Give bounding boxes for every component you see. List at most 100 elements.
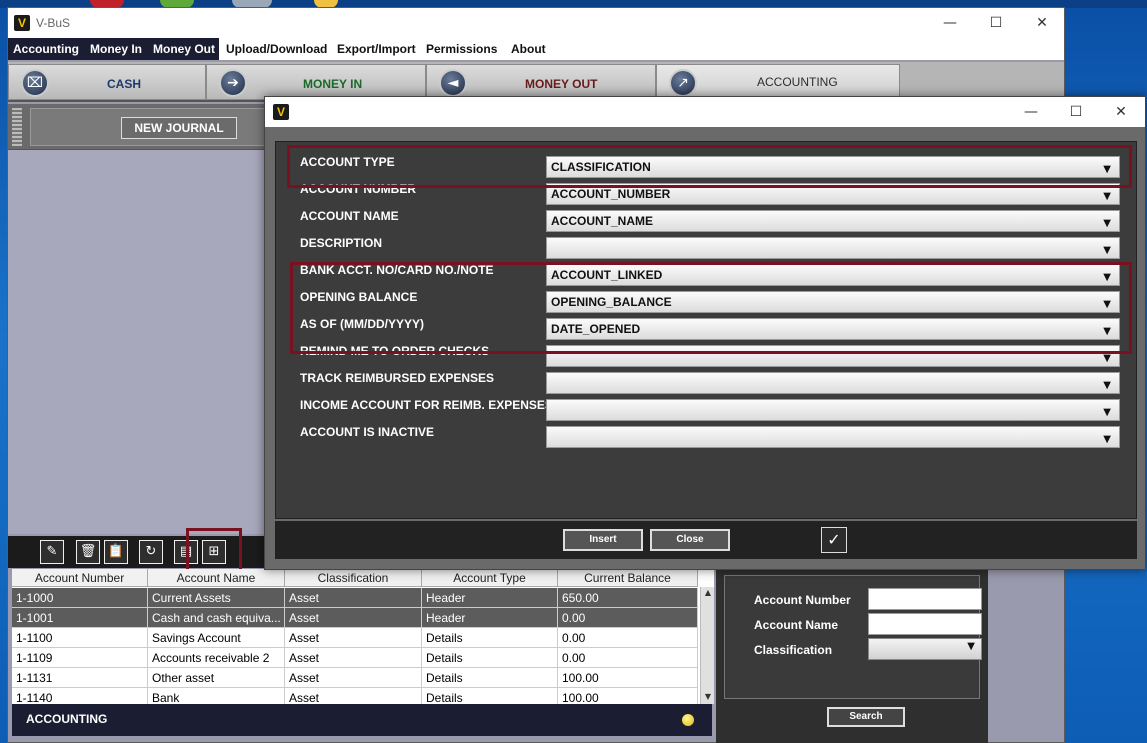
- table-cell: Header: [422, 608, 558, 628]
- chevron-down-icon: ▼: [1103, 380, 1111, 391]
- chart-line-icon: ↗: [669, 69, 697, 97]
- confirm-check-icon[interactable]: ✓: [821, 527, 847, 553]
- table-row[interactable]: 1-1131 Other asset Asset Details 100.00: [12, 668, 698, 688]
- table-row[interactable]: 1-1100 Savings Account Asset Details 0.00: [12, 628, 698, 648]
- account-dialog: V — ☐ ✕ ACCOUNT TYPE CLASSIFICATION ▼ ACCOU…: [264, 96, 1146, 570]
- new-journal-button[interactable]: NEW JOURNAL: [121, 117, 237, 139]
- column-header[interactable]: Account Number: [12, 569, 148, 587]
- tab-money-in-label: MONEY IN: [303, 77, 363, 91]
- table-cell: Current Assets: [148, 588, 285, 608]
- scroll-up-icon[interactable]: ▲: [702, 587, 714, 599]
- table-cell: Details: [422, 668, 558, 688]
- table-header: Account Number Account Name Classificati…: [12, 569, 698, 587]
- status-text: ACCOUNTING: [26, 712, 108, 726]
- highlight-bank-fields: [290, 262, 1132, 354]
- column-header[interactable]: Current Balance: [558, 569, 698, 587]
- journal-strip-inner: NEW JOURNAL: [30, 108, 266, 146]
- menu-about[interactable]: About: [511, 42, 546, 56]
- edit-pencil-icon[interactable]: ✎: [40, 540, 64, 564]
- chevron-down-icon: ▼: [1103, 218, 1111, 229]
- table-cell: Details: [422, 628, 558, 648]
- close-dialog-button[interactable]: Close: [650, 529, 730, 551]
- menu-permissions[interactable]: Permissions: [426, 42, 497, 56]
- menu-money-in[interactable]: Money In: [90, 42, 142, 56]
- cash-register-icon: ⌧: [21, 69, 49, 97]
- table-cell: Asset: [285, 588, 422, 608]
- menu-export-import[interactable]: Export/Import: [337, 42, 416, 56]
- search-button[interactable]: Search: [827, 707, 905, 727]
- account-name-input[interactable]: [868, 613, 982, 635]
- account-name-label: Account Name: [754, 618, 839, 632]
- field-value: ACCOUNT_NAME: [551, 214, 653, 228]
- column-header[interactable]: Account Type: [422, 569, 558, 587]
- table-cell: Asset: [285, 628, 422, 648]
- field-combo[interactable]: ▼: [546, 426, 1120, 448]
- refresh-icon[interactable]: ↻: [139, 540, 163, 564]
- field-label: INCOME ACCOUNT FOR REIMB. EXPENSES: [300, 398, 553, 412]
- chevron-down-icon: ▼: [967, 641, 975, 652]
- scroll-down-icon[interactable]: ▼: [702, 691, 714, 703]
- column-header[interactable]: Account Name: [148, 569, 285, 587]
- journal-strip: NEW JOURNAL: [8, 104, 268, 150]
- close-button[interactable]: ✕: [1020, 12, 1064, 34]
- table-cell: Asset: [285, 668, 422, 688]
- delete-trash-icon[interactable]: 🗑: [76, 540, 100, 564]
- dialog-minimize-button[interactable]: —: [1009, 101, 1053, 123]
- maximize-button[interactable]: ☐: [974, 12, 1018, 34]
- table-cell: 100.00: [558, 688, 698, 704]
- table-cell: 1-1131: [12, 668, 148, 688]
- table-cell: 0.00: [558, 648, 698, 668]
- accounts-table: Account Number Account Name Classificati…: [12, 569, 714, 704]
- account-number-input[interactable]: [868, 588, 982, 610]
- classification-select[interactable]: ▼: [868, 638, 982, 660]
- dialog-logo-icon: V: [273, 104, 289, 120]
- table-cell: Header: [422, 588, 558, 608]
- chevron-down-icon: ▼: [1103, 245, 1111, 256]
- journal-panel: NEW JOURNAL: [8, 104, 268, 534]
- column-header[interactable]: Classification: [285, 569, 422, 587]
- tab-money-out-label: MONEY OUT: [525, 77, 598, 91]
- table-cell: 1-1000: [12, 588, 148, 608]
- table-cell: Asset: [285, 688, 422, 704]
- highlight-account-type: [287, 145, 1132, 188]
- table-cell: Accounts receivable 2: [148, 648, 285, 668]
- drag-grip-icon[interactable]: [12, 108, 22, 146]
- dialog-close-button[interactable]: ✕: [1099, 101, 1143, 123]
- field-combo[interactable]: ▼: [546, 237, 1120, 259]
- table-cell: 650.00: [558, 588, 698, 608]
- tab-money-out[interactable]: ◄ MONEY OUT: [426, 64, 656, 100]
- menu-upload-download[interactable]: Upload/Download: [226, 42, 327, 56]
- insert-button[interactable]: Insert: [563, 529, 643, 551]
- field-value: ACCOUNT_NUMBER: [551, 187, 671, 201]
- table-row[interactable]: 1-1000 Current Assets Asset Header 650.00: [12, 588, 698, 608]
- tab-accounting[interactable]: ↗ ACCOUNTING: [656, 64, 900, 100]
- account-number-label: Account Number: [754, 593, 851, 607]
- table-cell: Other asset: [148, 668, 285, 688]
- table-row[interactable]: 1-1140 Bank Asset Details 100.00: [12, 688, 698, 704]
- table-row[interactable]: 1-1109 Accounts receivable 2 Asset Details 0…: [12, 648, 698, 668]
- highlight-add-record: [186, 528, 242, 572]
- table-cell: Cash and cash equiva...: [148, 608, 285, 628]
- table-row[interactable]: 1-1001 Cash and cash equiva... Asset Header…: [12, 608, 698, 628]
- status-led-icon: [682, 714, 694, 726]
- tab-money-in[interactable]: ➔ MONEY IN: [206, 64, 426, 100]
- table-scrollbar[interactable]: ▲ ▼: [700, 587, 714, 704]
- field-label: TRACK REIMBURSED EXPENSES: [300, 371, 495, 385]
- dialog-maximize-button[interactable]: ☐: [1054, 101, 1098, 123]
- table-cell: 0.00: [558, 628, 698, 648]
- field-combo[interactable]: ▼: [546, 399, 1120, 421]
- table-cell: Savings Account: [148, 628, 285, 648]
- menu-accounting[interactable]: Accounting: [13, 42, 79, 56]
- table-cell: 1-1109: [12, 648, 148, 668]
- chevron-down-icon: ▼: [1103, 407, 1111, 418]
- field-combo[interactable]: ▼: [546, 372, 1120, 394]
- tab-cash[interactable]: ⌧ CASH: [8, 64, 206, 100]
- dialog-titlebar: V — ☐ ✕: [265, 97, 1145, 127]
- app-title: V-BuS: [36, 16, 71, 30]
- field-combo[interactable]: ACCOUNT_NAME ▼: [546, 210, 1120, 232]
- chevron-down-icon: ▼: [1103, 434, 1111, 445]
- field-label: DESCRIPTION: [300, 236, 383, 250]
- clipboard-icon[interactable]: 📋: [104, 540, 128, 564]
- minimize-button[interactable]: —: [928, 12, 972, 34]
- menu-money-out[interactable]: Money Out: [153, 42, 215, 56]
